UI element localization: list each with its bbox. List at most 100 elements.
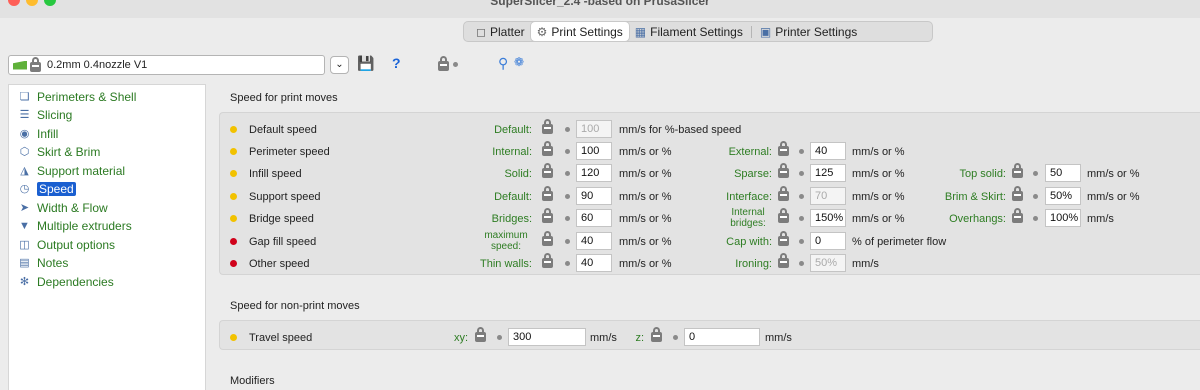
lock-icon-wrap[interactable]: [778, 231, 789, 246]
section-title-print-moves: Speed for print moves: [230, 92, 338, 104]
dot-icon[interactable]: [1033, 171, 1038, 176]
dot-icon[interactable]: [799, 261, 804, 266]
lock-icon-wrap[interactable]: [651, 327, 662, 342]
tab-print-settings[interactable]: ⚙ Print Settings: [530, 22, 629, 41]
chevron-down-icon: ⌄: [335, 59, 344, 70]
support-default-input[interactable]: 90: [576, 187, 612, 205]
travel-xy-input[interactable]: 300: [508, 328, 586, 346]
dot-icon[interactable]: [799, 239, 804, 244]
label-bridges: bridges:: [730, 218, 766, 229]
sidebar-item-label: Speed: [37, 182, 76, 196]
ironing-input[interactable]: 50%: [810, 254, 846, 272]
status-dot: [230, 334, 237, 341]
search-icon[interactable]: ⚲: [498, 55, 508, 72]
lock-icon-wrap[interactable]: [542, 186, 553, 201]
lock-icon-wrap[interactable]: [778, 208, 789, 223]
lock-icon-wrap[interactable]: [542, 141, 553, 156]
internal-bridges-input[interactable]: 150%: [810, 209, 846, 227]
lock-icon: [542, 208, 553, 223]
sidebar-item-skirt-brim[interactable]: ⬡ Skirt & Brim: [18, 144, 101, 160]
lock-icon-wrap[interactable]: [542, 119, 553, 134]
unit-label: mm/s or %: [619, 213, 672, 225]
infill-sparse-input[interactable]: 125: [810, 164, 846, 182]
lock-status-button[interactable]: [438, 55, 458, 71]
label-default: Default:: [494, 191, 532, 203]
dot-icon[interactable]: [565, 149, 570, 154]
dot-icon[interactable]: [565, 127, 570, 132]
sidebar-item-dependencies[interactable]: ✻ Dependencies: [18, 274, 114, 290]
preset-select[interactable]: 0.2mm 0.4nozzle V1: [8, 55, 325, 75]
sidebar-item-slicing[interactable]: ☰ Slicing: [18, 107, 73, 123]
gap-fill-max-input[interactable]: 40: [576, 232, 612, 250]
compare-icon[interactable]: ❁: [514, 55, 524, 69]
dot-icon[interactable]: [1033, 216, 1038, 221]
lock-icon-wrap[interactable]: [1012, 163, 1023, 178]
lock-icon-wrap[interactable]: [778, 163, 789, 178]
tab-platter[interactable]: ◻ Platter: [470, 22, 531, 41]
lock-icon-wrap[interactable]: [1012, 208, 1023, 223]
sidebar-item-label: Skirt & Brim: [37, 145, 101, 159]
lock-icon: [1012, 186, 1023, 201]
dot-icon[interactable]: [673, 335, 678, 340]
lock-icon-wrap[interactable]: [542, 163, 553, 178]
save-icon[interactable]: 💾: [357, 55, 374, 72]
bridges-input[interactable]: 60: [576, 209, 612, 227]
sidebar-item-notes[interactable]: ▤ Notes: [18, 255, 68, 271]
tab-filament-settings[interactable]: ▦ Filament Settings: [629, 22, 749, 41]
lock-icon-wrap[interactable]: [542, 208, 553, 223]
dot-icon[interactable]: [799, 149, 804, 154]
lock-icon-wrap[interactable]: [778, 253, 789, 268]
dot-icon[interactable]: [565, 239, 570, 244]
lock-icon-wrap[interactable]: [778, 186, 789, 201]
sidebar-item-support-material[interactable]: ◮ Support material: [18, 163, 125, 179]
tab-printer-settings[interactable]: ▣ Printer Settings: [754, 22, 863, 41]
support-icon: ◮: [20, 164, 29, 177]
sidebar-item-width-flow[interactable]: ➤ Width & Flow: [18, 200, 108, 216]
support-interface-input[interactable]: 70: [810, 187, 846, 205]
help-icon[interactable]: ?: [392, 55, 401, 71]
sidebar-item-infill[interactable]: ◉ Infill: [18, 126, 59, 142]
lock-icon-wrap[interactable]: [542, 253, 553, 268]
dot-icon[interactable]: [799, 194, 804, 199]
overhangs-input[interactable]: 100%: [1045, 209, 1081, 227]
row-label-gap-fill-speed: Gap fill speed: [249, 236, 317, 248]
section-title-modifiers: Modifiers: [230, 375, 275, 387]
unit-label: mm/s: [852, 258, 879, 270]
tab-label: Filament Settings: [650, 24, 743, 39]
perimeter-internal-input[interactable]: 100: [576, 142, 612, 160]
label-ironing: Ironing:: [735, 258, 772, 270]
lock-icon: [778, 253, 789, 268]
unit-label: mm/s or %: [619, 236, 672, 248]
sidebar-item-perimeters-shell[interactable]: ❏ Perimeters & Shell: [18, 89, 137, 105]
row-label-support-speed: Support speed: [249, 191, 321, 203]
top-solid-input[interactable]: 50: [1045, 164, 1081, 182]
lock-icon: [778, 186, 789, 201]
infill-icon: ◉: [19, 127, 30, 140]
perimeter-external-input[interactable]: 40: [810, 142, 846, 160]
unit-label: % of perimeter flow: [852, 236, 947, 248]
lock-icon-wrap[interactable]: [1012, 186, 1023, 201]
sidebar-item-multiple-extruders[interactable]: ▼ Multiple extruders: [18, 218, 132, 234]
unit-label: mm/s or %: [619, 191, 672, 203]
cap-with-input[interactable]: 0: [810, 232, 846, 250]
lock-icon-wrap[interactable]: [778, 141, 789, 156]
thin-walls-input[interactable]: 40: [576, 254, 612, 272]
default-speed-input[interactable]: 100: [576, 120, 612, 138]
dot-icon[interactable]: [1033, 194, 1038, 199]
sidebar-item-speed[interactable]: ◷ Speed: [18, 181, 76, 197]
dot-icon[interactable]: [497, 335, 502, 340]
sidebar-item-output-options[interactable]: ◫ Output options: [18, 237, 115, 253]
dot-icon[interactable]: [799, 216, 804, 221]
label-thin-walls: Thin walls:: [480, 258, 532, 270]
dot-icon[interactable]: [799, 171, 804, 176]
infill-solid-input[interactable]: 120: [576, 164, 612, 182]
lock-icon-wrap[interactable]: [542, 231, 553, 246]
dot-icon[interactable]: [565, 194, 570, 199]
travel-z-input[interactable]: 0: [684, 328, 760, 346]
dot-icon[interactable]: [565, 171, 570, 176]
preset-dropdown-button[interactable]: ⌄: [330, 56, 349, 74]
dot-icon[interactable]: [565, 261, 570, 266]
dot-icon[interactable]: [565, 216, 570, 221]
brim-skirt-input[interactable]: 50%: [1045, 187, 1081, 205]
lock-icon-wrap[interactable]: [475, 327, 486, 342]
